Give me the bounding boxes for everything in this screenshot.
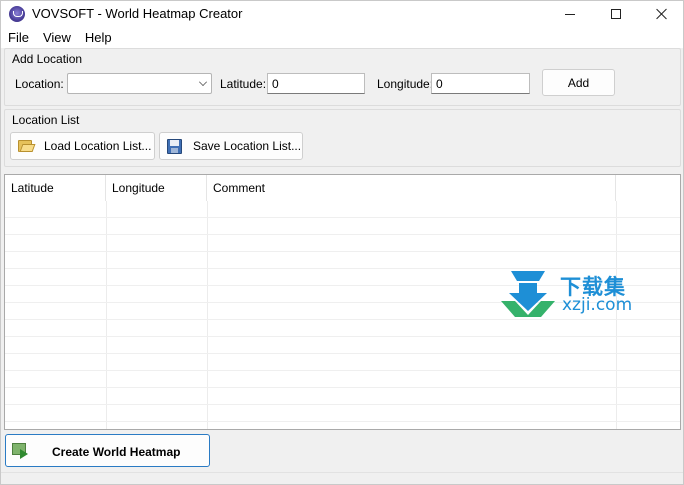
add-location-group: Add Location Location: Latitude: 0 Longi… <box>4 48 681 106</box>
column-header-filler <box>616 175 680 201</box>
minimize-icon <box>565 13 575 15</box>
latitude-label: Latitude: <box>220 77 267 91</box>
status-bar <box>1 472 683 484</box>
row-divider <box>5 353 680 354</box>
column-divider <box>106 201 107 429</box>
menu-view[interactable]: View <box>36 30 78 45</box>
app-window: VOVSOFT - World Heatmap Creator File Vie… <box>0 0 684 485</box>
title-bar: VOVSOFT - World Heatmap Creator <box>1 1 683 27</box>
window-title: VOVSOFT - World Heatmap Creator <box>32 6 243 21</box>
close-button[interactable] <box>639 1 684 27</box>
folder-open-icon <box>17 138 36 154</box>
row-divider <box>5 251 680 252</box>
minimize-button[interactable] <box>547 1 593 27</box>
close-icon <box>656 8 668 20</box>
row-divider <box>5 404 680 405</box>
create-world-heatmap-label: Create World Heatmap <box>52 445 181 459</box>
row-divider <box>5 234 680 235</box>
longitude-label: Longitude: <box>377 77 434 91</box>
row-divider <box>5 370 680 371</box>
load-location-list-label: Load Location List... <box>44 139 152 153</box>
location-select[interactable] <box>67 73 212 94</box>
add-location-title: Add Location <box>12 52 83 66</box>
row-divider <box>5 421 680 422</box>
add-button[interactable]: Add <box>542 69 615 96</box>
longitude-input[interactable]: 0 <box>431 73 530 94</box>
row-divider <box>5 387 680 388</box>
row-divider <box>5 336 680 337</box>
save-location-list-label: Save Location List... <box>193 139 302 153</box>
create-world-heatmap-button[interactable]: Create World Heatmap <box>5 434 210 467</box>
watermark: 下载集 xzji.com <box>501 271 646 317</box>
row-divider <box>5 217 680 218</box>
download-arrow-logo-icon <box>501 271 555 317</box>
column-header-latitude[interactable]: Latitude <box>5 175 106 201</box>
latitude-input[interactable]: 0 <box>267 73 365 94</box>
maximize-button[interactable] <box>593 1 639 27</box>
map-export-icon <box>12 443 30 459</box>
watermark-url-text: xzji.com <box>562 295 633 315</box>
menu-help[interactable]: Help <box>78 30 119 45</box>
save-location-list-button[interactable]: Save Location List... <box>159 132 303 160</box>
save-disk-icon <box>166 138 184 154</box>
maximize-icon <box>611 9 621 19</box>
row-divider <box>5 268 680 269</box>
menu-file[interactable]: File <box>1 30 36 45</box>
chevron-down-icon <box>199 78 207 86</box>
app-logo-icon <box>9 6 25 22</box>
load-location-list-button[interactable]: Load Location List... <box>10 132 155 160</box>
menu-bar: File View Help <box>1 27 683 48</box>
row-divider <box>5 319 680 320</box>
column-header-comment[interactable]: Comment <box>207 175 616 201</box>
location-label: Location: <box>15 77 64 91</box>
column-header-longitude[interactable]: Longitude <box>106 175 207 201</box>
column-divider <box>207 201 208 429</box>
location-list-group: Location List Load Location List... Save… <box>4 109 681 167</box>
location-list-title: Location List <box>12 113 80 127</box>
